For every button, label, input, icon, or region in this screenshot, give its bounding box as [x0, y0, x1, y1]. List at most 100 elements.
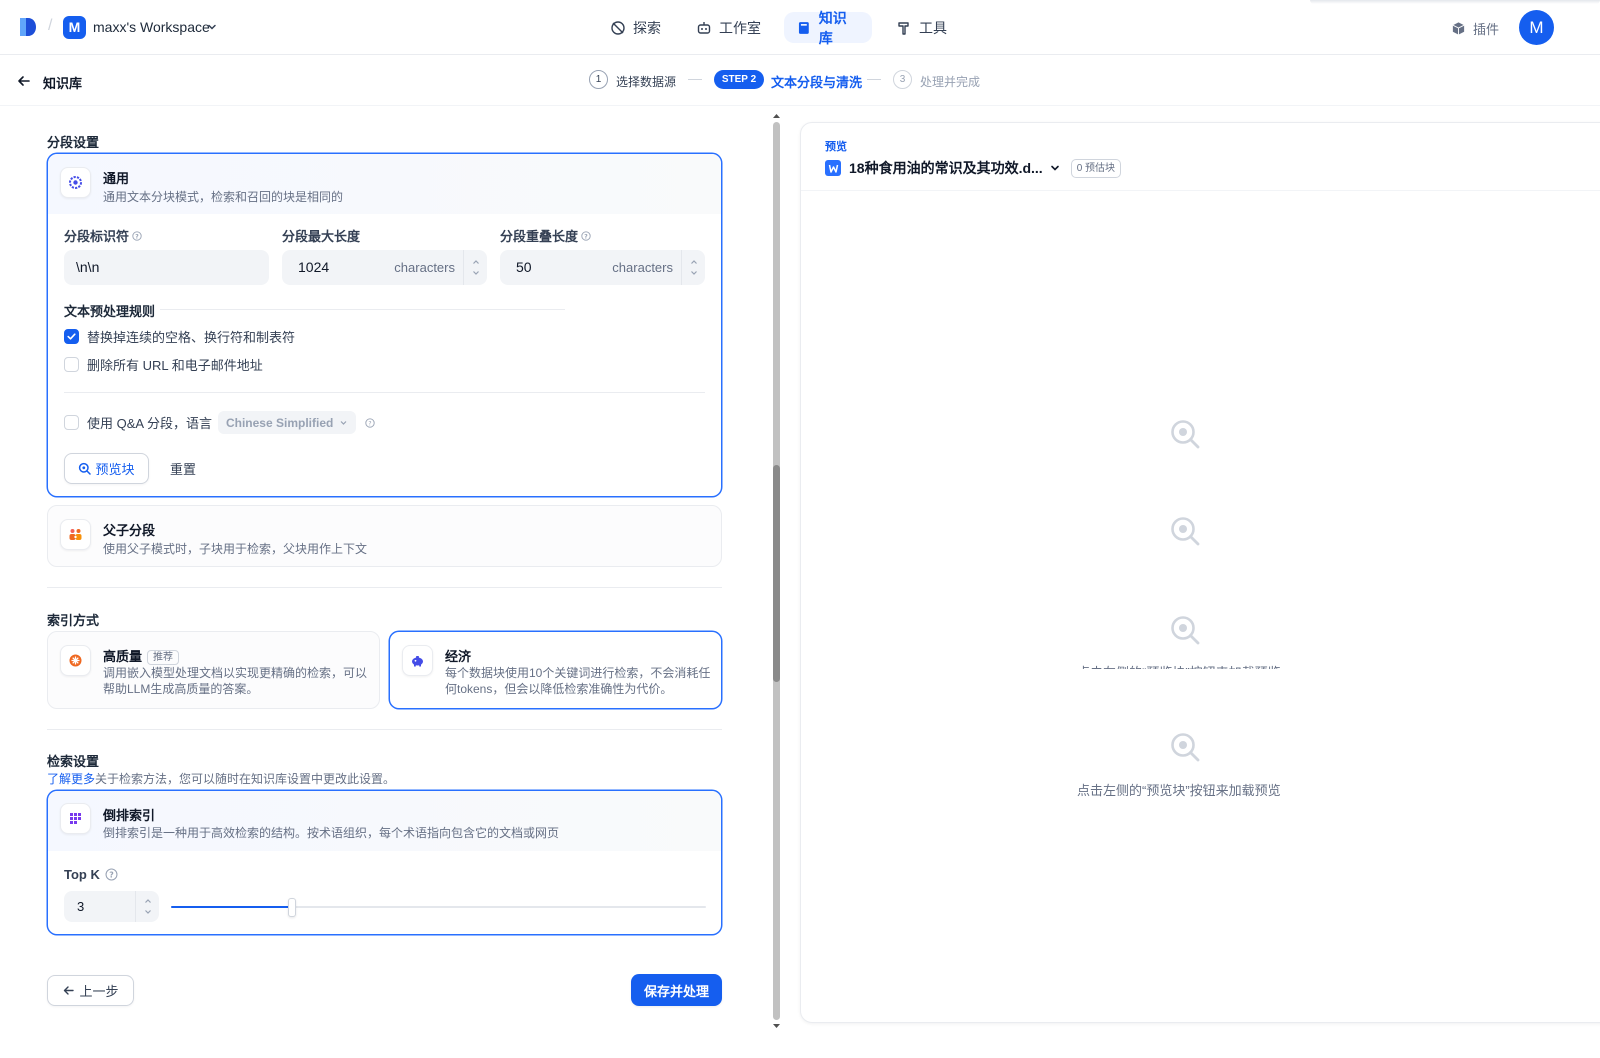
arrow-left-icon [64, 986, 75, 995]
step-3-number: 3 [893, 70, 912, 89]
preview-chunks-button[interactable]: 预览块 [64, 453, 149, 484]
qa-divider [64, 392, 705, 393]
previous-step-button[interactable]: 上一步 [47, 975, 134, 1006]
parent-child-header: 父子分段 使用父子模式时，子块用于检索，父块用作上下文 [48, 506, 721, 566]
chevron-down-icon[interactable] [206, 21, 218, 33]
svg-text:?: ? [135, 233, 139, 240]
empty-state-text-clipped: 点击左侧的“预览块”按钮来加载预览 [1077, 661, 1307, 669]
delimiter-label: 分段标识符 ? [64, 226, 142, 245]
inverted-index-title: 倒排索引 [103, 808, 156, 823]
help-icon[interactable]: ? [365, 417, 375, 428]
nav-explore[interactable]: 探索 [598, 12, 673, 43]
scrollbar-thumb[interactable] [773, 465, 780, 682]
economy-icon-box [402, 645, 433, 676]
chevron-down-icon[interactable] [143, 907, 153, 917]
chevron-up-icon[interactable] [689, 257, 699, 267]
qa-checkbox[interactable] [64, 415, 79, 430]
cube-icon [1452, 22, 1465, 35]
high-quality-title-text: 高质量 [103, 649, 143, 664]
section-divider [47, 729, 722, 730]
chevron-up-icon[interactable] [143, 896, 153, 906]
app-logo-icon[interactable] [18, 16, 38, 38]
help-icon[interactable]: ? [581, 230, 591, 241]
economy-desc: 每个数据块使用10个关键词进行检索，不会消耗任何tokens，但会以降低检索准确… [445, 666, 711, 696]
sparkle-icon [69, 654, 82, 667]
qa-language-select[interactable]: Chinese Simplified [217, 411, 357, 434]
delimiter-input[interactable]: \n\n [64, 250, 269, 285]
breadcrumb-separator: / [48, 17, 53, 34]
chevron-down-icon [340, 421, 347, 425]
max-length-input[interactable]: 1024 characters [282, 250, 487, 285]
step-connector [867, 79, 881, 80]
previous-step-label: 上一步 [79, 984, 119, 999]
topk-slider-fill [171, 906, 292, 908]
preview-file-name: 18种食用油的常识及其功效.d... [849, 160, 1043, 176]
user-avatar[interactable]: M [1519, 10, 1554, 45]
inverted-index-header: 倒排索引 倒排索引是一种用于高效检索的结构。按术语组织，每个术语指向包含它的文档… [48, 791, 721, 851]
workspace-avatar[interactable]: M [63, 16, 86, 39]
max-length-label: 分段最大长度 [282, 226, 360, 245]
scroll-down-arrow-icon[interactable] [772, 1022, 781, 1030]
preview-panel: 预览 18种食用油的常识及其功效.d... 0 预估块 点击左侧的“预览块”按钮… [800, 122, 1600, 1023]
section-divider [47, 587, 722, 588]
rule-whitespace-checkbox[interactable] [64, 329, 79, 344]
segment-section-title: 分段设置 [47, 135, 100, 150]
retrieval-section-title: 检索设置 [47, 754, 100, 769]
economy-card[interactable]: 经济 每个数据块使用10个关键词进行检索，不会消耗任何tokens，但会以降低检… [389, 631, 722, 709]
recommended-badge: 推荐 [147, 650, 180, 665]
nav-tools-label: 工具 [919, 19, 947, 36]
rules-divider [160, 309, 565, 310]
general-mode-card[interactable]: 通用 通用文本分块模式，检索和召回的块是相同的 [47, 153, 722, 497]
step-3-label: 处理并完成 [920, 75, 981, 89]
rule-whitespace-row[interactable]: 替换掉连续的空格、换行符和制表符 [64, 327, 295, 346]
max-length-stepper[interactable] [463, 250, 487, 285]
chevron-down-icon[interactable] [1049, 162, 1061, 174]
economy-title: 经济 [445, 649, 472, 664]
hammer-icon [898, 21, 909, 35]
dropdown-shadow [1310, 0, 1600, 4]
grid-icon [70, 813, 81, 824]
compass-icon [611, 20, 625, 35]
overlap-input[interactable]: 50 characters [500, 250, 705, 285]
overlap-stepper[interactable] [681, 250, 705, 285]
delimiter-label-text: 分段标识符 [64, 229, 130, 244]
overlap-value: 50 [516, 259, 532, 275]
learn-more-link[interactable]: 了解更多 [47, 772, 95, 786]
topk-input[interactable]: 3 [64, 891, 159, 922]
general-mode-desc: 通用文本分块模式，检索和召回的块是相同的 [103, 190, 344, 204]
index-section-title: 索引方式 [47, 613, 100, 628]
topk-stepper[interactable] [135, 891, 159, 922]
sub-header: 知识库 1 选择数据源 STEP 2 文本分段与清洗 3 处理并完成 [0, 55, 1600, 106]
general-mode-title: 通用 [103, 171, 130, 186]
rule-urls-row[interactable]: 删除所有 URL 和电子邮件地址 [64, 355, 263, 374]
qa-language-value: Chinese Simplified [225, 415, 334, 430]
general-mode-header: 通用 通用文本分块模式，检索和召回的块是相同的 [48, 154, 721, 214]
overlap-label: 分段重叠长度 ? [500, 226, 591, 245]
scroll-up-arrow-icon[interactable] [772, 112, 781, 120]
chevron-down-icon[interactable] [471, 268, 481, 278]
high-quality-card[interactable]: 高质量 推荐 调用嵌入模型处理文档以实现更精确的检索，可以帮助LLM生成高质量的答… [47, 631, 380, 709]
help-icon[interactable]: ? [132, 230, 142, 241]
back-title[interactable]: 知识库 [43, 73, 82, 92]
plugins-button[interactable]: 插件 [1451, 19, 1499, 38]
workspace-name[interactable]: maxx's Workspace [93, 19, 210, 35]
rule-urls-checkbox[interactable] [64, 357, 79, 372]
preview-file-selector[interactable]: 18种食用油的常识及其功效.d... 0 预估块 [825, 158, 1122, 178]
chevron-down-icon[interactable] [689, 268, 699, 278]
qa-row[interactable]: 使用 Q&A 分段，语言 Chinese Simplified ? [64, 411, 375, 434]
nav-knowledge[interactable]: 知识库 [784, 10, 872, 46]
left-panel-scrollbar[interactable] [772, 112, 781, 1030]
robot-icon [697, 21, 711, 34]
topk-slider-thumb[interactable] [288, 898, 296, 917]
piggy-bank-icon [412, 656, 423, 667]
parent-child-mode-card[interactable]: 父子分段 使用父子模式时，子块用于检索，父块用作上下文 [47, 505, 722, 567]
arrow-left-icon[interactable] [16, 73, 32, 89]
help-icon[interactable]: ? [105, 868, 118, 881]
save-and-process-button[interactable]: 保存并处理 [631, 974, 722, 1006]
nav-studio[interactable]: 工作室 [684, 12, 773, 43]
chevron-up-icon[interactable] [471, 257, 481, 267]
learn-more-desc: 关于检索方法，您可以随时在知识库设置中更改此设置。 [95, 772, 396, 786]
check-icon [67, 333, 76, 340]
reset-button[interactable]: 重置 [160, 453, 206, 484]
nav-tools[interactable]: 工具 [884, 12, 959, 43]
